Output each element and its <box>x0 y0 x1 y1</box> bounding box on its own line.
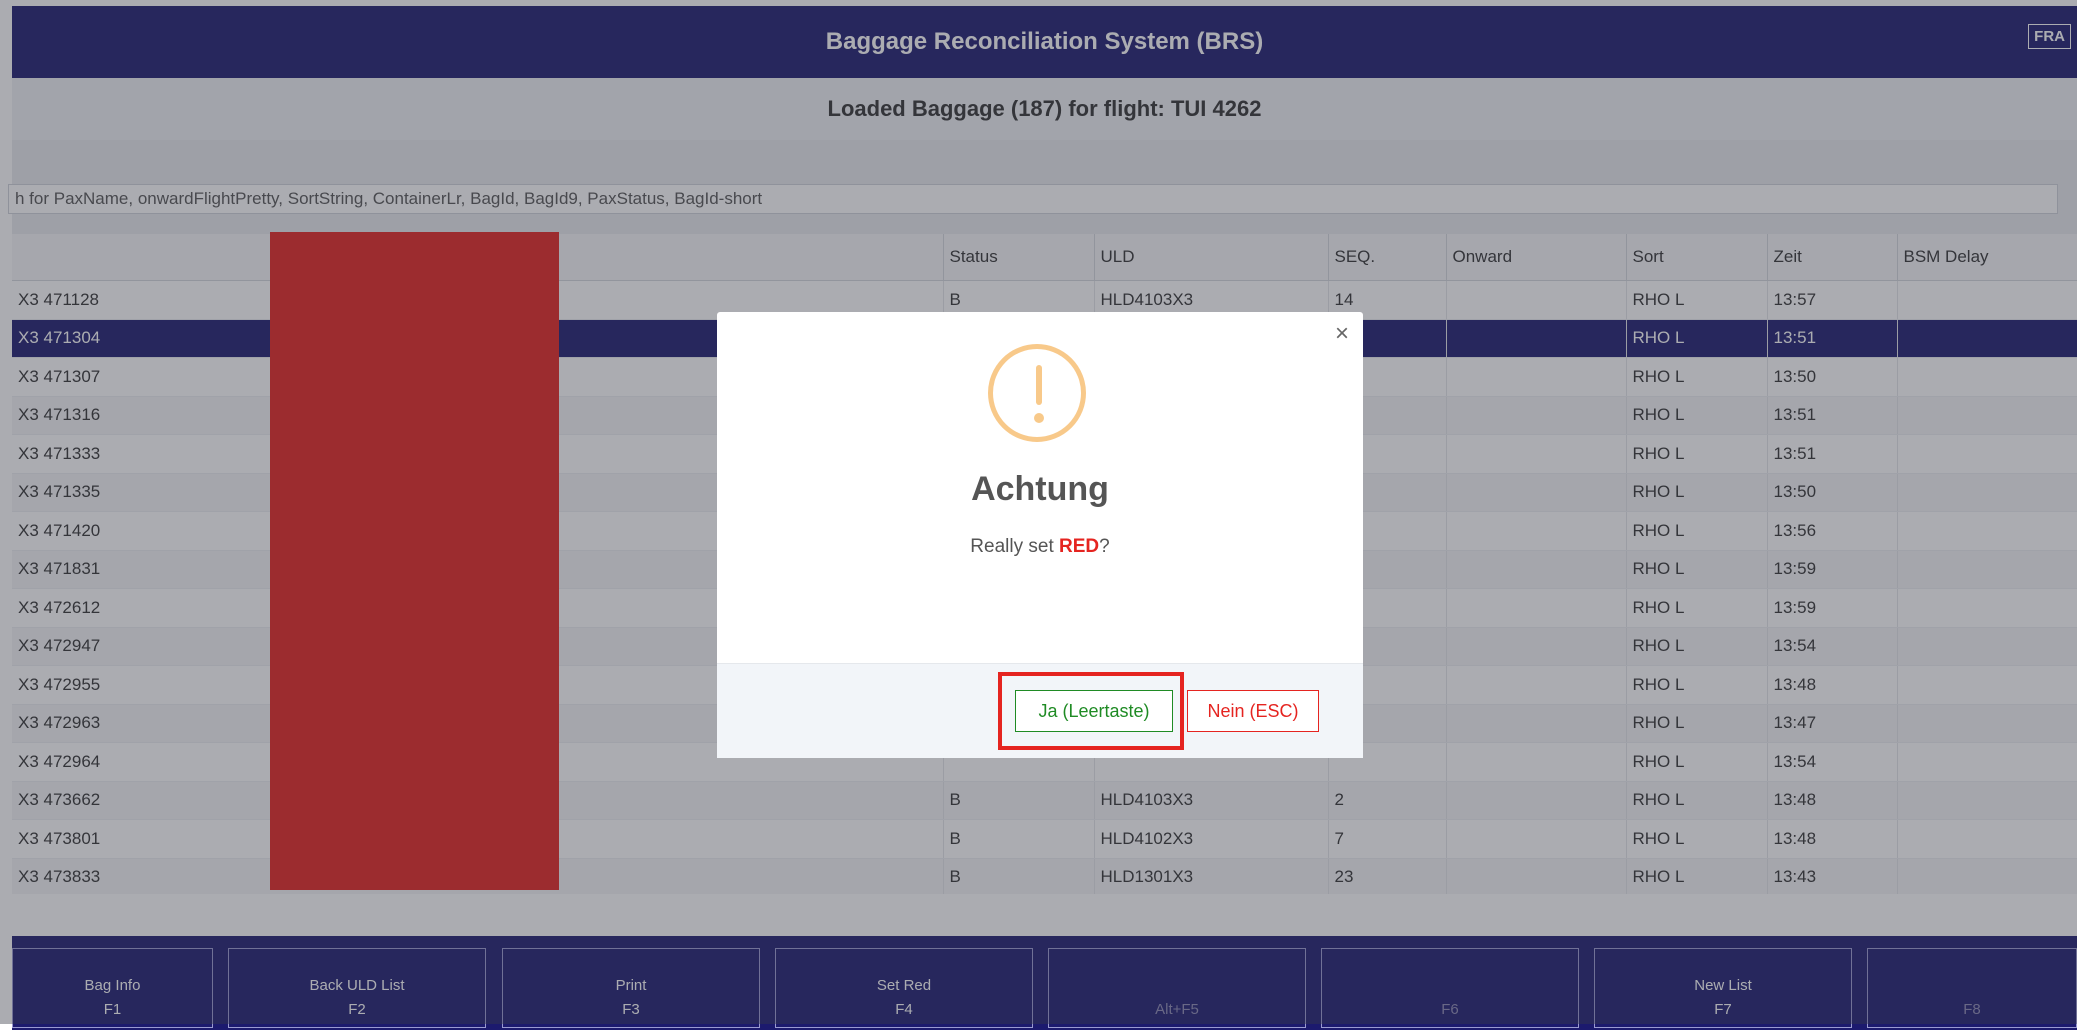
confirm-no-button[interactable]: Nein (ESC) <box>1187 690 1319 732</box>
dialog-title: Achtung <box>971 470 1109 508</box>
warning-icon-dot <box>1034 413 1044 423</box>
confirm-yes-button[interactable]: Ja (Leertaste) <box>1015 690 1173 732</box>
warning-icon <box>988 344 1086 442</box>
confirm-dialog: × Achtung Really set RED? Ja (Leertaste)… <box>717 312 1363 758</box>
close-icon[interactable]: × <box>1335 320 1349 348</box>
warning-icon-bar <box>1036 365 1042 405</box>
message-suffix: ? <box>1099 536 1110 557</box>
dialog-actions: Ja (Leertaste) Nein (ESC) <box>717 663 1363 758</box>
message-highlight: RED <box>1059 536 1100 557</box>
dialog-message: Really set RED? <box>717 536 1363 558</box>
message-prefix: Really set <box>970 536 1059 557</box>
